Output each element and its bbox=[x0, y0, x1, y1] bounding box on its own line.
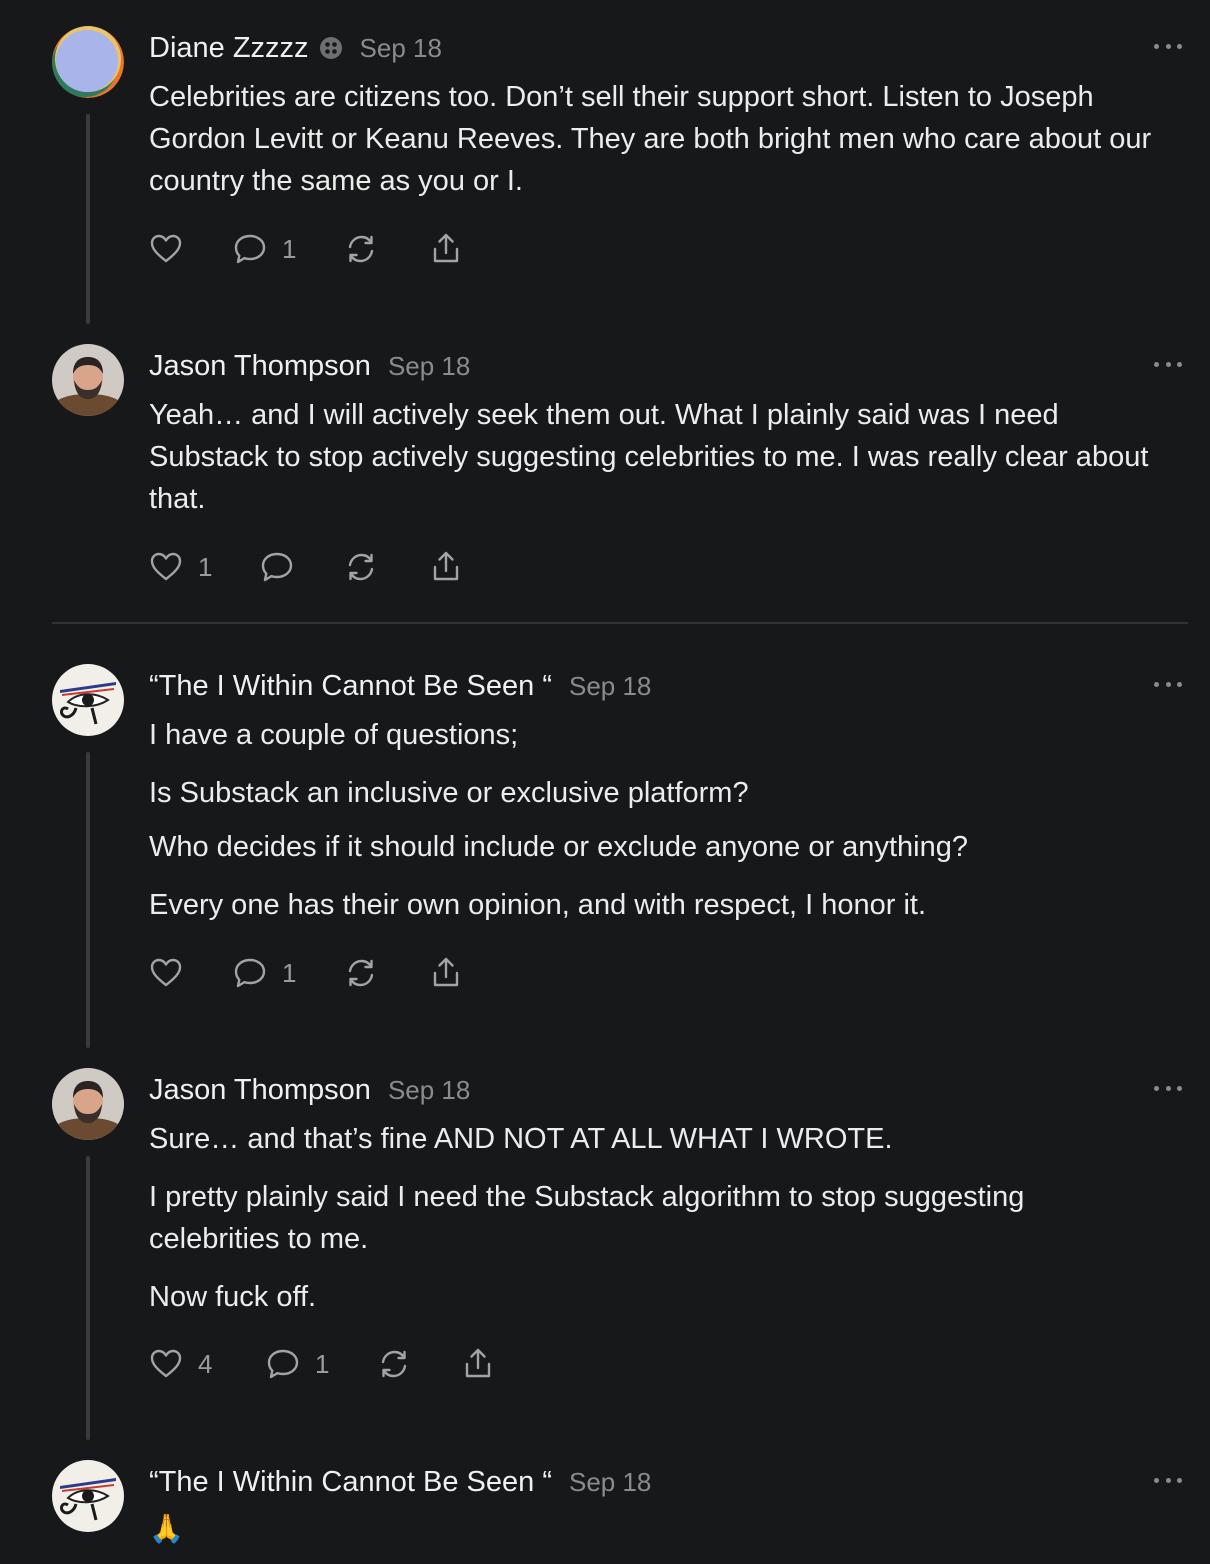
reply-count: 1 bbox=[315, 1348, 330, 1379]
comment-header: Jason Thompson Sep 18 bbox=[149, 346, 470, 386]
comment-header: Jason Thompson Sep 18 bbox=[149, 1070, 470, 1110]
heart-icon bbox=[150, 552, 182, 581]
like-count: 4 bbox=[198, 1348, 213, 1379]
comment-date: Sep 18 bbox=[568, 670, 652, 701]
author-name[interactable]: Diane Zzzzz bbox=[149, 32, 309, 65]
restack-button[interactable] bbox=[343, 953, 379, 993]
more-dots-icon[interactable] bbox=[1154, 1468, 1182, 1492]
share-icon bbox=[433, 551, 459, 581]
thread-line bbox=[86, 1156, 90, 1440]
like-count: 1 bbox=[198, 551, 213, 582]
comment-text: I have a couple of questions; bbox=[149, 719, 519, 751]
share-button[interactable] bbox=[428, 229, 464, 269]
avatar[interactable] bbox=[52, 664, 124, 736]
more-dots-icon[interactable] bbox=[1154, 34, 1182, 58]
share-icon bbox=[433, 957, 459, 987]
heart-icon bbox=[150, 1349, 182, 1378]
comment-date: Sep 18 bbox=[359, 32, 442, 63]
restack-button[interactable] bbox=[376, 1344, 412, 1384]
heart-icon bbox=[150, 234, 182, 263]
share-button[interactable] bbox=[428, 547, 464, 587]
comment-bubble-icon bbox=[261, 552, 293, 582]
thread-line bbox=[86, 752, 90, 1048]
reply-count: 1 bbox=[282, 957, 297, 988]
comment-text: I pretty plainly said I need the Substac… bbox=[149, 1181, 1025, 1255]
author-name[interactable]: Jason Thompson bbox=[149, 350, 371, 383]
like-button[interactable] bbox=[148, 953, 198, 993]
share-button[interactable] bbox=[428, 953, 464, 993]
author-name[interactable]: Jason Thompson bbox=[149, 1074, 371, 1107]
comment-date: Sep 18 bbox=[568, 1466, 652, 1497]
thread-line bbox=[86, 114, 90, 324]
comment-text: Yeah… and I will actively seek them out.… bbox=[149, 399, 1149, 515]
heart-icon bbox=[150, 958, 182, 987]
comment-header: “The I Within Cannot Be Seen “ Sep 18 bbox=[149, 1462, 651, 1502]
like-button[interactable]: 1 bbox=[148, 547, 212, 587]
subscriber-badge-icon bbox=[319, 37, 342, 59]
comment-header: Diane Zzzzz Sep 18 bbox=[149, 28, 442, 68]
reply-button[interactable] bbox=[259, 547, 295, 587]
comment-text: Now fuck off. bbox=[149, 1281, 317, 1313]
more-dots-icon[interactable] bbox=[1154, 352, 1182, 376]
comment-header: “The I Within Cannot Be Seen “ Sep 18 bbox=[149, 666, 651, 706]
like-button[interactable]: 4 bbox=[148, 1344, 212, 1384]
avatar[interactable] bbox=[52, 1460, 124, 1532]
comment-text: Every one has their own opinion, and wit… bbox=[149, 889, 926, 921]
restack-icon bbox=[348, 553, 374, 581]
avatar[interactable] bbox=[52, 344, 124, 416]
reply-button[interactable]: 1 bbox=[265, 1344, 329, 1384]
like-button[interactable] bbox=[148, 229, 198, 269]
reply-button[interactable]: 1 bbox=[232, 229, 296, 269]
comment-text: Celebrities are citizens too. Don’t sell… bbox=[149, 81, 1152, 197]
thread-divider bbox=[52, 622, 1188, 624]
comment-date: Sep 18 bbox=[387, 350, 471, 381]
author-name[interactable]: “The I Within Cannot Be Seen “ bbox=[149, 1466, 552, 1499]
comment-text: Is Substack an inclusive or exclusive pl… bbox=[149, 777, 749, 809]
share-button[interactable] bbox=[460, 1344, 496, 1384]
more-dots-icon[interactable] bbox=[1154, 672, 1182, 696]
comment-bubble-icon bbox=[234, 958, 266, 988]
comment-date: Sep 18 bbox=[387, 1074, 471, 1105]
share-icon bbox=[465, 1348, 491, 1378]
restack-icon bbox=[348, 235, 374, 263]
restack-button[interactable] bbox=[343, 547, 379, 587]
reply-button[interactable]: 1 bbox=[232, 953, 296, 993]
share-icon bbox=[433, 233, 459, 263]
avatar[interactable] bbox=[52, 1068, 124, 1140]
author-name[interactable]: “The I Within Cannot Be Seen “ bbox=[149, 670, 552, 703]
comment-bubble-icon bbox=[267, 1349, 299, 1379]
restack-icon bbox=[348, 959, 374, 987]
comment-text: Sure… and that’s fine AND NOT AT ALL WHA… bbox=[149, 1123, 893, 1155]
avatar[interactable] bbox=[52, 26, 124, 98]
comment-bubble-icon bbox=[234, 234, 266, 264]
restack-button[interactable] bbox=[343, 229, 379, 269]
comment-text: 🙏 bbox=[149, 1513, 184, 1544]
reply-count: 1 bbox=[282, 233, 297, 264]
comment-text: Who decides if it should include or excl… bbox=[149, 831, 968, 863]
restack-icon bbox=[381, 1350, 407, 1378]
more-dots-icon[interactable] bbox=[1154, 1076, 1182, 1100]
